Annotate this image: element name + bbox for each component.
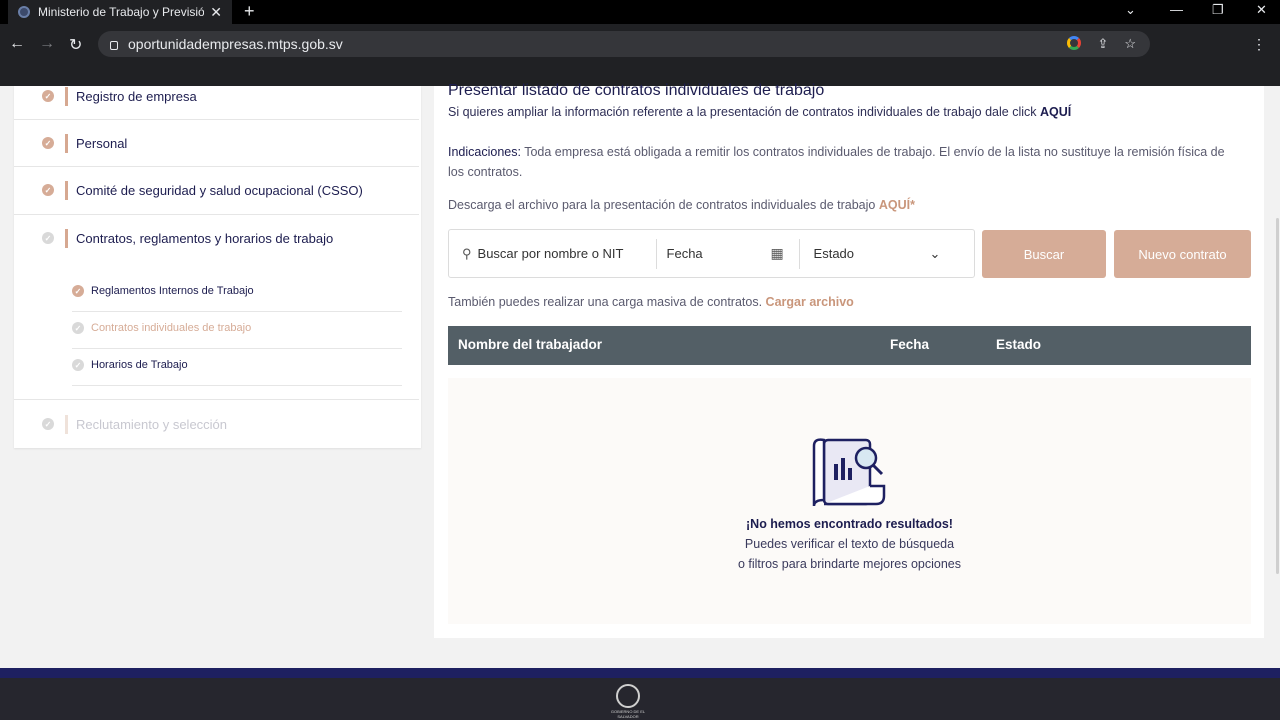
calendar-icon[interactable]: ▦ <box>771 245 799 262</box>
forward-icon[interactable]: → <box>39 35 55 53</box>
filter-bar: ⚲ Buscar por nombre o NIT Fecha ▦ Estado… <box>448 229 975 278</box>
sidebar-accent-bar <box>65 133 68 153</box>
chevron-down-icon[interactable]: ⌄ <box>930 246 941 262</box>
check-pending-icon: ✓ <box>72 322 84 334</box>
info-text: Si quieres ampliar la información refere… <box>448 105 1037 119</box>
browser-tab[interactable]: Ministerio de Trabajo y Previsión ✕ <box>8 0 232 24</box>
url-text: oportunidadempresas.mtps.gob.sv <box>128 36 343 52</box>
info-paragraph: Si quieres ampliar la información refere… <box>448 102 1071 122</box>
bulk-paragraph: También puedes realizar una carga masiva… <box>448 292 854 312</box>
browser-chrome: Ministerio de Trabajo y Previsión ✕ + ⌄ … <box>0 0 1280 86</box>
divider <box>14 399 419 400</box>
column-header-status[interactable]: Estado <box>996 337 1041 352</box>
check-done-icon: ✓ <box>42 137 54 149</box>
check-done-icon: ✓ <box>42 184 54 196</box>
main-panel: Presentar listado de contratos individua… <box>434 82 1264 638</box>
subitem-reglamentos[interactable]: ✓ Reglamentos Internos de Trabajo <box>72 285 254 297</box>
sidebar-accent-bar <box>65 414 68 434</box>
empty-line-2: o filtros para brindarte mejores opcione… <box>737 557 962 571</box>
subitem-label: Horarios de Trabajo <box>91 359 188 371</box>
search-button[interactable]: Buscar <box>982 230 1106 278</box>
divider <box>14 166 419 167</box>
sidebar-item-label: Comité de seguridad y salud ocupacional … <box>76 182 363 198</box>
minimize-icon[interactable]: — <box>1170 2 1183 17</box>
search-icon: ⚲ <box>462 245 472 261</box>
column-header-date[interactable]: Fecha <box>890 337 929 352</box>
indications-paragraph: Indicaciones: Toda empresa está obligada… <box>448 142 1228 182</box>
sidebar-item-label: Contratos, reglamentos y horarios de tra… <box>76 230 334 246</box>
sidebar-accent-bar <box>65 86 68 106</box>
government-seal-icon <box>616 684 640 708</box>
close-window-icon[interactable]: ✕ <box>1256 2 1267 18</box>
tab-strip: Ministerio de Trabajo y Previsión ✕ + ⌄ … <box>0 0 1280 24</box>
address-bar[interactable]: oportunidadempresas.mtps.gob.sv ⇪ ☆ <box>98 31 1150 57</box>
info-link[interactable]: AQUÍ <box>1040 105 1071 119</box>
upload-file-link[interactable]: Cargar archivo <box>766 295 854 309</box>
sidebar-item-contratos[interactable]: ✓ Contratos, reglamentos y horarios de t… <box>14 228 419 248</box>
indications-text: Toda empresa está obligada a remitir los… <box>448 145 1225 179</box>
sidebar-accent-bar <box>65 228 68 248</box>
empty-line-1: Puedes verificar el texto de búsqueda <box>744 537 955 551</box>
check-pending-icon: ✓ <box>72 359 84 371</box>
date-input[interactable]: Fecha <box>667 246 771 261</box>
page-title: Presentar listado de contratos individua… <box>448 82 825 99</box>
sidebar-item-csso[interactable]: ✓ Comité de seguridad y salud ocupaciona… <box>14 180 419 200</box>
google-icon[interactable] <box>1067 36 1082 50</box>
check-done-icon: ✓ <box>42 90 54 102</box>
bookmark-star-icon[interactable]: ☆ <box>1124 36 1136 52</box>
download-link[interactable]: AQUÍ* <box>879 198 915 212</box>
column-header-name[interactable]: Nombre del trabajador <box>458 337 602 352</box>
sidebar-accent-bar <box>65 180 68 200</box>
sidebar-item-label: Personal <box>76 135 128 151</box>
menu-kebab-icon[interactable]: ⋮ <box>1252 36 1266 53</box>
bulk-text: También puedes realizar una carga masiva… <box>448 295 763 309</box>
indications-label: Indicaciones: <box>448 145 521 159</box>
divider <box>655 238 657 269</box>
divider <box>798 238 800 269</box>
sidebar-item-label: Registro de empresa <box>76 88 197 104</box>
steps-sidebar: ✓ Registro de empresa ✓ Personal ✓ Comit… <box>14 86 421 448</box>
status-select[interactable]: Estado <box>814 246 930 261</box>
divider <box>72 348 402 349</box>
back-icon[interactable]: ← <box>9 35 25 53</box>
check-done-icon: ✓ <box>72 285 84 297</box>
subitem-horarios[interactable]: ✓ Horarios de Trabajo <box>72 359 188 371</box>
divider <box>14 214 419 215</box>
tab-search-icon[interactable]: ⌄ <box>1125 2 1136 18</box>
sidebar-item-personal[interactable]: ✓ Personal <box>14 133 419 153</box>
empty-title: ¡No hemos encontrado resultados! <box>746 517 953 531</box>
divider <box>72 385 402 386</box>
reload-icon[interactable]: ↻ <box>69 35 82 55</box>
search-input[interactable]: Buscar por nombre o NIT <box>478 246 656 261</box>
sidebar-item-reclutamiento[interactable]: ✓ Reclutamiento y selección <box>14 414 419 434</box>
tab-title: Ministerio de Trabajo y Previsión <box>38 5 205 19</box>
restore-icon[interactable]: ❐ <box>1212 2 1224 18</box>
check-pending-icon: ✓ <box>42 418 54 430</box>
sidebar-item-label: Reclutamiento y selección <box>76 416 228 432</box>
subitem-contratos-individuales[interactable]: ✓ Contratos individuales de trabajo <box>72 322 251 334</box>
check-pending-icon: ✓ <box>42 232 54 244</box>
download-paragraph: Descarga el archivo para la presentación… <box>448 195 915 215</box>
lock-icon <box>110 40 118 50</box>
divider <box>72 311 402 312</box>
new-tab-icon[interactable]: + <box>244 1 255 22</box>
subitem-label: Contratos individuales de trabajo <box>91 322 252 334</box>
close-tab-icon[interactable]: ✕ <box>210 4 222 21</box>
sidebar-item-registro[interactable]: ✓ Registro de empresa <box>14 86 419 106</box>
document-search-icon <box>812 438 886 507</box>
site-favicon-icon <box>18 6 30 18</box>
table-header: Nombre del trabajador Fecha Estado <box>448 326 1251 365</box>
divider <box>14 119 419 120</box>
empty-state: ¡No hemos encontrado resultados! Puedes … <box>448 378 1251 624</box>
seal-caption: GOBIERNO DE EL SALVADOR <box>610 709 646 719</box>
new-contract-button[interactable]: Nuevo contrato <box>1114 230 1251 278</box>
share-icon[interactable]: ⇪ <box>1097 36 1108 52</box>
subitem-label: Reglamentos Internos de Trabajo <box>91 285 254 297</box>
download-text: Descarga el archivo para la presentación… <box>448 198 876 212</box>
scrollbar-thumb[interactable] <box>1276 218 1279 574</box>
